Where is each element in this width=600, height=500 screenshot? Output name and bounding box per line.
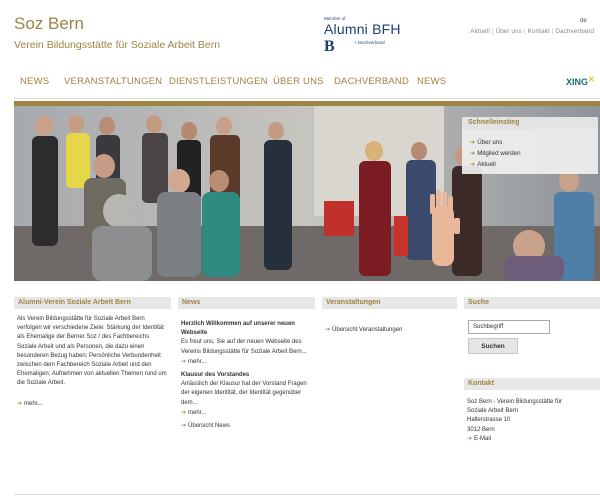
top-links: Aktuell | Über uns | Kontakt | Dachverband: [470, 28, 594, 35]
top-link-dachverband[interactable]: Dachverband: [555, 28, 594, 35]
search-button[interactable]: Suchen: [468, 338, 518, 354]
news-item-1-title[interactable]: Herzlich Willkommen auf unserer neuen We…: [181, 320, 312, 338]
arrow-icon: ➔: [325, 327, 331, 333]
site-subtitle: Verein Bildungsstätte für Soziale Arbeit…: [14, 39, 221, 51]
alumni-more-link[interactable]: ➔ mehr...: [14, 389, 171, 407]
xing-icon: ✕: [588, 75, 595, 84]
nav-item-veranstaltungen[interactable]: VERANSTALTUNGEN: [64, 76, 162, 87]
more-label: mehr...: [188, 409, 207, 416]
quick-link-ueber-uns[interactable]: ➔ Über uns: [470, 139, 502, 146]
xing-link[interactable]: XING✕: [566, 75, 595, 87]
contact-line-2: Soziale Arbeit Bern: [467, 408, 519, 415]
more-label: mehr...: [188, 358, 207, 365]
nav-divider: [14, 98, 600, 99]
arrow-icon: ➔: [467, 435, 473, 442]
alumni-bfh-logo[interactable]: Member of Alumni BFH B + Dachverband: [324, 16, 414, 56]
bfh-dachverband-text: + Dachverband: [354, 40, 385, 45]
contact-line-3: Hallerstrasse 10: [467, 417, 511, 424]
search-column-title: Suche: [464, 297, 600, 309]
events-column-title: Veranstaltungen: [322, 297, 457, 309]
news-column: News Herzlich Willkommen auf unserer neu…: [178, 297, 315, 431]
news-item-2-more-link[interactable]: ➔ mehr...: [181, 408, 312, 422]
more-label: mehr...: [24, 400, 43, 407]
nav-item-ueber-uns[interactable]: ÜBER UNS: [273, 76, 324, 87]
top-link-ueber-uns[interactable]: Über uns: [496, 28, 522, 35]
xing-label: XING: [566, 77, 589, 87]
bfh-alumni-text: Alumni BFH: [324, 21, 401, 37]
quick-link-label: Über uns: [477, 139, 503, 146]
news-item-1-more-link[interactable]: ➔ mehr...: [181, 357, 312, 371]
contact-column: Kontakt Soz Bern - Verein Bildungsstätte…: [464, 378, 600, 444]
email-label: E-Mail: [474, 435, 492, 442]
quick-access-title: Schnelleinstieg: [462, 117, 598, 129]
events-overview-link[interactable]: ➔ Übersicht Veranstaltungen: [322, 309, 457, 333]
news-item-2-text: Anlässlich der Klausur hat der Vorstand …: [181, 381, 307, 406]
alumni-column: Alumni-Verein Soziale Arbeit Bern Als Ve…: [14, 297, 171, 407]
site-header: Soz Bern Verein Bildungsstätte für Sozia…: [0, 0, 600, 70]
news-item-2-title[interactable]: Klausur des Vorstandes: [181, 371, 312, 380]
language-switch[interactable]: de: [580, 18, 587, 24]
contact-column-title: Kontakt: [464, 378, 600, 390]
contact-email-link[interactable]: ➔ E-Mail: [467, 435, 597, 444]
nav-item-news-2[interactable]: NEWS: [417, 76, 446, 87]
arrow-icon: ➔: [470, 139, 476, 146]
quick-link-label: Aktuell: [477, 161, 496, 168]
events-column: Veranstaltungen ➔ Übersicht Veranstaltung…: [322, 297, 457, 333]
footer-divider: [14, 494, 600, 495]
search-input[interactable]: Suchbegriff: [468, 320, 550, 334]
arrow-icon: ➔: [181, 423, 187, 430]
quick-access-box: Schnelleinstieg ➔ Über uns ➔ Mitglied werd…: [462, 117, 598, 174]
nav-item-news[interactable]: NEWS: [20, 76, 49, 87]
quick-link-mitglied-werden[interactable]: ➔ Mitglied werden: [470, 150, 521, 157]
site-title[interactable]: Soz Bern: [14, 14, 84, 34]
arrow-icon: ➔: [181, 358, 187, 365]
events-overview-label: Übersicht Veranstaltungen: [332, 327, 403, 333]
main-nav: NEWS VERANSTALTUNGEN DIENSTLEISTUNGEN ÜB…: [14, 76, 600, 90]
news-column-title: News: [178, 297, 315, 309]
contact-line-4: 3012 Bern: [467, 426, 495, 433]
quick-link-label: Mitglied werden: [477, 150, 521, 157]
arrow-icon: ➔: [470, 161, 476, 168]
arrow-icon: ➔: [181, 409, 187, 416]
arrow-icon: ➔: [17, 400, 23, 407]
news-overview-link[interactable]: ➔ Übersicht News: [181, 422, 312, 431]
alumni-intro-text: Als Verein Bildungsstätte für Soziale Ar…: [17, 316, 167, 387]
alumni-column-title: Alumni-Verein Soziale Arbeit Bern: [14, 297, 171, 309]
arrow-icon: ➔: [470, 150, 476, 157]
bfh-b-mark: B: [324, 38, 335, 55]
contact-line-1: Soz Bern - Verein Bildungsstätte für: [467, 399, 563, 405]
quick-link-aktuell[interactable]: ➔ Aktuell: [470, 161, 496, 168]
top-link-kontakt[interactable]: Kontakt: [528, 28, 550, 35]
news-overview-label: Übersicht News: [188, 423, 231, 430]
nav-item-dienstleistungen[interactable]: DIENSTLEISTUNGEN: [169, 76, 268, 87]
search-column: Suche: [464, 297, 600, 309]
top-link-aktuell[interactable]: Aktuell: [470, 28, 490, 35]
nav-item-dachverband[interactable]: DACHVERBAND: [334, 76, 409, 87]
news-item-1-text: Es freut uns, Sie auf der neuen Webseite…: [181, 339, 307, 355]
